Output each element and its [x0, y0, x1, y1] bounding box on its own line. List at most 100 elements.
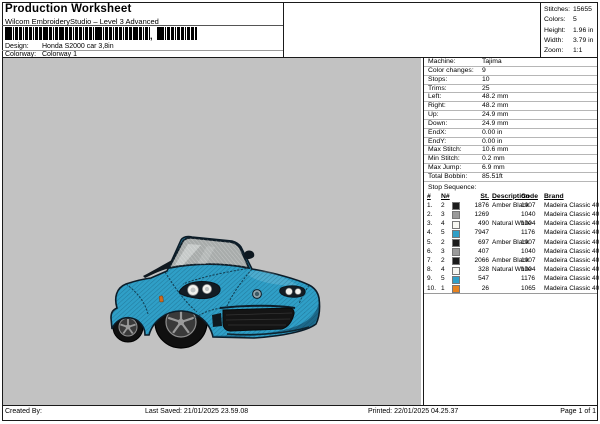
machine-info-row: Left: 48.2 mm	[424, 93, 597, 103]
thread-brand: Madeira Classic 40	[544, 266, 600, 274]
header-divider-1	[2, 25, 283, 26]
stop-sequence-row: 8. 4 328 Natural White 1004 Madeira Clas…	[424, 265, 600, 275]
far-headlight	[279, 285, 306, 298]
stop-stitch-count: 328	[478, 266, 489, 274]
stat-row: Height: 1.96 in	[541, 26, 597, 36]
machine-info-value: 24.9 mm	[482, 111, 509, 119]
machine-info-row: EndX: 0.00 in	[424, 129, 597, 138]
stop-num: 8.	[427, 266, 433, 274]
production-worksheet-page: Production Worksheet Wilcom EmbroiderySt…	[0, 0, 600, 424]
stop-num: 5.	[427, 238, 433, 246]
stop-sequence-row: 2. 3 1269 1040 Madeira Classic 40	[424, 210, 599, 220]
honda-s2000-embroidery-image	[110, 235, 321, 349]
stop-needle: 5	[441, 275, 445, 283]
stop-sequence-header-row: # N# St. Description Code Brand	[424, 192, 597, 201]
stat-label: Height:	[544, 26, 566, 34]
stat-value: 1:1	[573, 47, 583, 55]
machine-info-row: Total Bobbin: 85.51ft	[424, 173, 597, 182]
thread-description: Amber Black	[492, 201, 529, 209]
stat-label: Zoom:	[544, 47, 564, 55]
machine-info-row: Machine: Tajima	[424, 58, 597, 67]
machine-info-row: Down: 24.9 mm	[424, 120, 597, 129]
stop-stitch-count: 1269	[474, 211, 489, 218]
machine-info-label: Right:	[428, 102, 446, 110]
thread-code: 1065	[521, 284, 536, 292]
thread-code: 1007	[521, 201, 536, 209]
barcode	[5, 27, 150, 40]
machine-info-row: Max Stitch: 10.6 mm	[424, 146, 597, 156]
machine-info-row: Trims: 25	[424, 85, 597, 94]
stat-value: 3.79 in	[573, 36, 594, 44]
stop-stitch-count: 490	[478, 220, 489, 228]
footer-printed: Printed: 22/01/2025 04.25.37	[368, 408, 459, 415]
thread-brand: Madeira Classic 40	[544, 247, 600, 255]
stop-needle: 2	[441, 256, 445, 264]
machine-info-label: EndY:	[428, 137, 447, 145]
header-cell-divider	[283, 2, 284, 57]
thread-color-swatch	[452, 238, 460, 247]
stop-sequence-row: 5. 2 697 Amber Black 1007 Madeira Classi…	[424, 238, 600, 247]
design-preview-area	[3, 58, 421, 405]
thread-description: Natural White	[492, 266, 532, 274]
design-row: Design: Honda S2000 car 3,8in	[0, 43, 283, 50]
machine-info-value: 48.2 mm	[482, 93, 509, 101]
stop-sequence-row: 3. 4 490 Natural White 1004 Madeira Clas…	[424, 219, 599, 229]
stop-num: 2.	[427, 211, 433, 218]
stop-num: 6.	[427, 247, 433, 255]
thread-brand: Madeira Classic 40	[544, 201, 600, 209]
stop-sequence-row: 4. 5 7947 1176 Madeira Classic 40	[424, 228, 599, 238]
col-header-code: Code	[521, 192, 538, 200]
thread-color-swatch	[452, 229, 460, 238]
thread-color-swatch	[452, 211, 460, 220]
col-header-description: Description	[492, 192, 530, 200]
machine-info-label: Down:	[428, 119, 448, 127]
design-stats-box: Stitches: 15655 Colors: 5 Height: 1.96 i…	[540, 2, 597, 57]
stop-num: 7.	[427, 256, 433, 264]
machine-info-label: Color changes:	[428, 66, 474, 74]
stat-row: Width: 3.79 in	[541, 36, 597, 46]
stop-needle: 2	[441, 238, 445, 246]
machine-info-value: 9	[482, 66, 486, 74]
stop-sequence-title: Stop Sequence:	[428, 183, 477, 191]
col-header-num: #	[427, 192, 431, 200]
machine-info-label: Min Stitch:	[428, 155, 460, 163]
machine-info-row: Up: 24.9 mm	[424, 111, 597, 120]
thread-description: Amber Black	[492, 256, 529, 264]
stop-needle: 3	[441, 247, 445, 255]
thread-code: 1004	[521, 266, 536, 274]
page-title: Production Worksheet	[5, 3, 132, 15]
col-header-needle: N#	[441, 192, 450, 200]
stat-row: Stitches: 15655	[541, 5, 597, 15]
stop-needle: 4	[441, 266, 445, 274]
stat-row: Zoom: 1:1	[541, 46, 597, 56]
stop-num: 1.	[427, 201, 433, 209]
stop-needle: 1	[441, 284, 445, 292]
side-marker-light	[158, 295, 164, 303]
stop-sequence-row: 6. 3 407 1040 Madeira Classic 40	[424, 247, 600, 257]
machine-info-value: 0.00 in	[482, 128, 503, 136]
machine-info-label: Machine:	[428, 58, 456, 65]
thread-code: 1007	[521, 256, 536, 264]
machine-info-label: EndX:	[428, 128, 447, 136]
thread-brand: Madeira Classic 40	[544, 275, 600, 283]
thread-description: Amber Black	[492, 238, 529, 246]
machine-info-label: Max Jump:	[428, 164, 462, 172]
barcode-checksum	[157, 27, 197, 40]
machine-info-value: Tajima	[482, 58, 502, 65]
stop-needle: 5	[441, 229, 445, 237]
thread-brand: Madeira Classic 40	[544, 238, 600, 246]
thread-color-swatch	[452, 220, 460, 229]
stop-stitch-count: 7947	[474, 229, 489, 237]
stop-num: 10.	[427, 284, 437, 292]
machine-info-row: Right: 48.2 mm	[424, 102, 597, 112]
thread-code: 1004	[521, 220, 536, 228]
stat-row: Colors: 5	[541, 15, 597, 25]
stop-stitch-count: 1876	[474, 201, 489, 209]
machine-info-value: 85.51ft	[482, 172, 503, 180]
thread-color-swatch	[452, 284, 460, 293]
footer-created-by: Created By:	[5, 408, 42, 415]
stop-stitch-count: 26	[481, 284, 489, 292]
stop-num: 9.	[427, 275, 433, 283]
thread-code: 1176	[521, 275, 535, 283]
stop-stitch-count: 407	[478, 247, 489, 255]
